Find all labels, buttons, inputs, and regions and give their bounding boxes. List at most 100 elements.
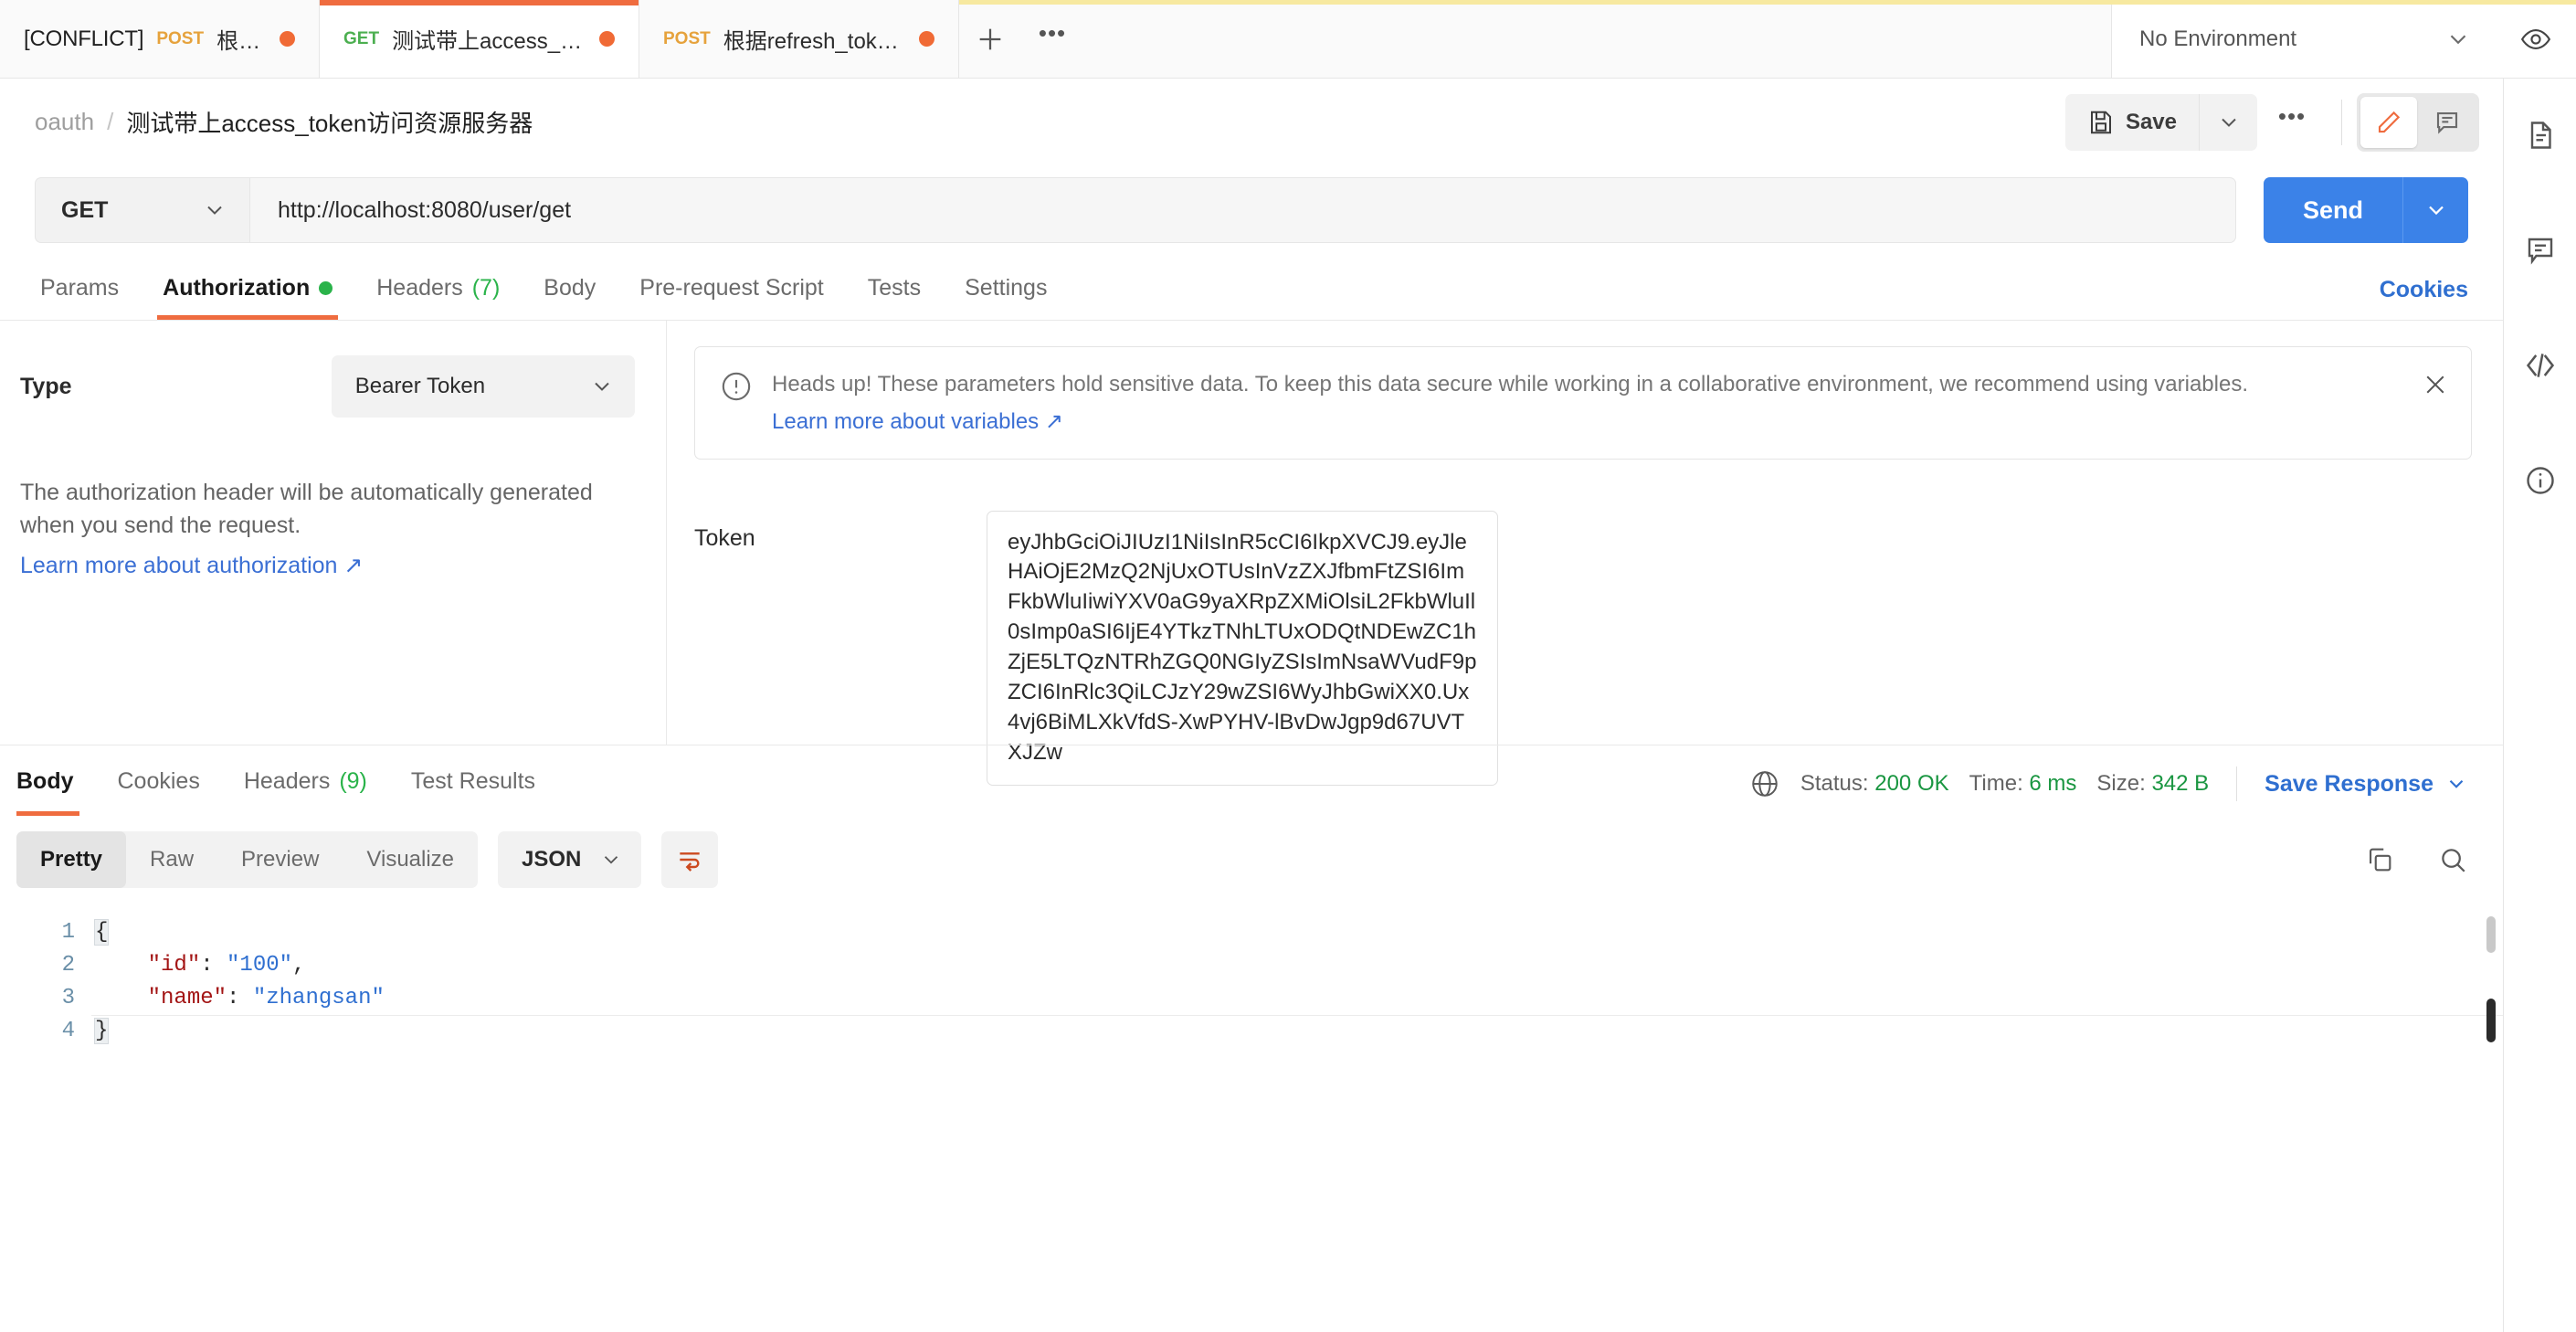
comment-mode-button[interactable] bbox=[2419, 97, 2476, 148]
authorization-right-column: Heads up! These parameters hold sensitiv… bbox=[667, 321, 2503, 786]
response-tab-headers[interactable]: Headers (9) bbox=[222, 746, 389, 816]
chevron-down-icon bbox=[605, 856, 618, 864]
tab-method-label: POST bbox=[663, 28, 711, 48]
request-tab-settings[interactable]: Settings bbox=[943, 256, 1069, 320]
auth-type-selector[interactable]: Bearer Token bbox=[331, 355, 635, 418]
request-tab-1[interactable]: [CONFLICT] POST 根据r... bbox=[0, 0, 320, 78]
environment-area: No Environment bbox=[2111, 0, 2576, 78]
response-format-value: JSON bbox=[522, 847, 582, 872]
response-format-selector[interactable]: JSON bbox=[498, 831, 642, 888]
right-sidebar-rail bbox=[2503, 79, 2576, 1332]
response-tab-body[interactable]: Body bbox=[0, 746, 96, 816]
view-mode-preview[interactable]: Preview bbox=[217, 831, 343, 888]
environment-quick-look-button[interactable] bbox=[2496, 0, 2576, 79]
save-options-button[interactable] bbox=[2199, 93, 2257, 151]
request-more-actions-button[interactable]: ••• bbox=[2257, 94, 2327, 151]
code-icon bbox=[2526, 354, 2554, 377]
size-label: Size: bbox=[2096, 771, 2146, 796]
close-icon bbox=[2426, 375, 2444, 394]
response-panel: Body Cookies Headers (9) Test Results St… bbox=[0, 745, 2503, 1332]
unsaved-indicator-dot bbox=[280, 31, 295, 47]
new-tab-button[interactable] bbox=[959, 0, 1021, 78]
notice-close-button[interactable] bbox=[2422, 371, 2449, 403]
response-tab-test-results[interactable]: Test Results bbox=[389, 746, 557, 816]
documentation-icon[interactable] bbox=[2515, 110, 2566, 161]
wrap-lines-icon bbox=[680, 852, 701, 872]
line-number-gutter: 1 2 3 4 bbox=[0, 904, 91, 1332]
request-tab-2-active[interactable]: GET 测试带上access_to... bbox=[320, 0, 639, 78]
tab-conflict-prefix: [CONFLICT] bbox=[24, 26, 144, 51]
tab-label: Test Results bbox=[410, 767, 536, 794]
info-panel-icon[interactable] bbox=[2515, 455, 2566, 506]
response-scrollbar-thumb[interactable] bbox=[2486, 999, 2496, 1042]
response-headers-count: (9) bbox=[339, 767, 367, 794]
breadcrumb-collection[interactable]: oauth bbox=[35, 108, 94, 136]
save-button[interactable]: Save bbox=[2064, 93, 2199, 151]
json-colon: : bbox=[227, 986, 253, 1010]
tab-label: Headers bbox=[376, 274, 463, 301]
main-column: oauth / 测试带上access_token访问资源服务器 Save ••• bbox=[0, 79, 2503, 1332]
info-icon bbox=[2526, 467, 2554, 494]
header-actions: Save ••• bbox=[2064, 92, 2503, 152]
request-tab-3[interactable]: POST 根据refresh_toke... bbox=[639, 0, 959, 78]
request-tab-pre-request-script[interactable]: Pre-request Script bbox=[618, 256, 845, 320]
learn-more-variables-link[interactable]: Learn more about variables ↗ bbox=[772, 408, 1063, 435]
request-tab-tests[interactable]: Tests bbox=[846, 256, 943, 320]
http-method-selector[interactable]: GET bbox=[35, 177, 249, 243]
wrap-lines-button[interactable] bbox=[661, 831, 719, 888]
json-key: "name" bbox=[147, 986, 227, 1010]
response-body-code-viewer[interactable]: 1 2 3 4 { "id": "100", "name": "zhangsan… bbox=[0, 904, 2503, 1332]
eye-icon bbox=[2520, 28, 2551, 49]
request-tab-body[interactable]: Body bbox=[522, 256, 618, 320]
tab-options-button[interactable]: ••• bbox=[1021, 0, 1083, 78]
globe-icon[interactable] bbox=[1749, 768, 1780, 799]
tab-method-label: POST bbox=[156, 28, 205, 48]
time-label: Time: bbox=[1969, 771, 2023, 796]
code-snippet-icon[interactable] bbox=[2515, 340, 2566, 391]
time-item: Time: 6 ms bbox=[1969, 771, 2077, 797]
tab-title: 根据r... bbox=[216, 29, 267, 54]
copy-icon[interactable] bbox=[2364, 844, 2395, 875]
chevron-down-icon bbox=[207, 206, 222, 215]
request-tabs-list: Params Authorization Headers (7) Body Pr… bbox=[0, 256, 1069, 320]
request-tab-headers[interactable]: Headers (7) bbox=[354, 256, 522, 320]
send-options-button[interactable] bbox=[2402, 177, 2468, 243]
environment-name: No Environment bbox=[2139, 26, 2297, 51]
breadcrumb-request-name[interactable]: 测试带上access_token访问资源服务器 bbox=[126, 105, 533, 139]
search-icon[interactable] bbox=[2437, 844, 2468, 875]
edit-comment-toggle-group bbox=[2357, 92, 2479, 152]
line-number: 2 bbox=[61, 953, 75, 978]
auth-type-label: Type bbox=[20, 373, 72, 399]
environment-selector[interactable]: No Environment bbox=[2112, 0, 2496, 79]
request-tab-authorization[interactable]: Authorization bbox=[141, 256, 354, 320]
unsaved-indicator-dot bbox=[599, 31, 615, 47]
authorization-left-column: Type Bearer Token The authorization head… bbox=[0, 321, 667, 745]
view-mode-visualize[interactable]: Visualize bbox=[343, 831, 478, 888]
tab-title: 根据refresh_toke... bbox=[723, 29, 906, 54]
response-meta: Status: 200 OK Time: 6 ms Size: 342 B Sa… bbox=[1749, 766, 2468, 816]
response-scrollbar-thumb-top[interactable] bbox=[2486, 916, 2496, 953]
document-icon bbox=[2530, 122, 2551, 149]
chevron-down-icon bbox=[2449, 779, 2464, 788]
meta-divider bbox=[2236, 766, 2238, 801]
json-open-brace: { bbox=[93, 919, 110, 946]
authorization-panel: Type Bearer Token The authorization head… bbox=[0, 321, 2503, 786]
send-button-group: Send bbox=[2264, 177, 2468, 243]
request-url-input[interactable]: http://localhost:8080/user/get bbox=[249, 177, 2236, 243]
view-mode-pretty[interactable]: Pretty bbox=[16, 831, 127, 888]
json-comma: , bbox=[292, 953, 306, 978]
status-item: Status: 200 OK bbox=[1800, 771, 1949, 797]
save-button-label: Save bbox=[2125, 109, 2177, 134]
comments-icon[interactable] bbox=[2515, 225, 2566, 276]
send-button[interactable]: Send bbox=[2264, 177, 2402, 243]
edit-mode-button[interactable] bbox=[2360, 96, 2417, 148]
view-mode-raw[interactable]: Raw bbox=[126, 831, 217, 888]
save-response-button[interactable]: Save Response bbox=[2265, 771, 2468, 798]
tab-label: Body bbox=[16, 767, 74, 794]
request-tab-bar: [CONFLICT] POST 根据r... GET 测试带上access_to… bbox=[0, 0, 2576, 79]
request-tab-params[interactable]: Params bbox=[18, 256, 141, 320]
line-number: 4 bbox=[61, 1019, 75, 1043]
response-tab-cookies[interactable]: Cookies bbox=[96, 746, 222, 816]
learn-more-authorization-link[interactable]: Learn more about authorization ↗ bbox=[20, 552, 363, 579]
cookies-link[interactable]: Cookies bbox=[2380, 277, 2468, 320]
